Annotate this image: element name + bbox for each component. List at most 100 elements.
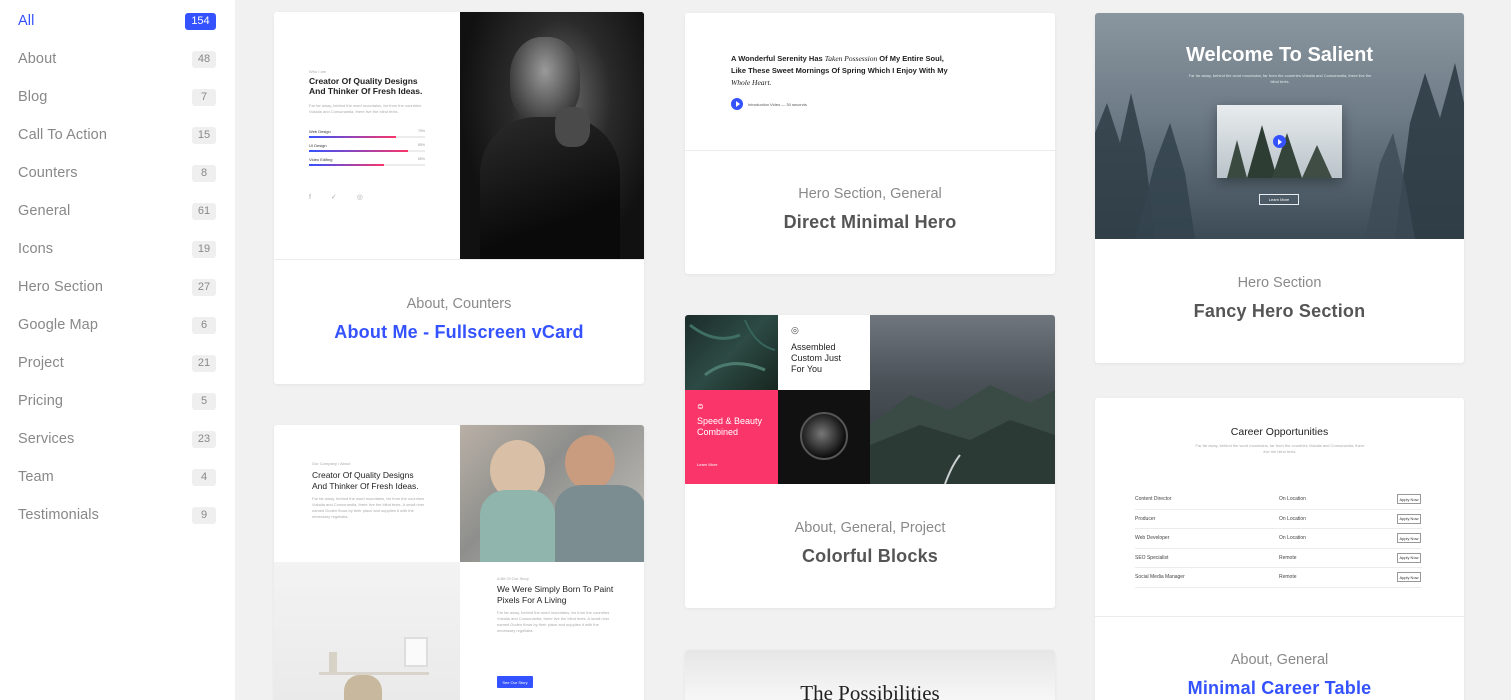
category-filter-all[interactable]: All 154 [18,9,216,33]
category-label: Counters [18,165,78,181]
our-story-button[interactable]: See Our Story [497,676,533,688]
card-title[interactable]: Minimal Career Table [1095,678,1464,699]
card-title[interactable]: Direct Minimal Hero [685,212,1055,233]
apply-now-button[interactable]: Apply Now [1397,494,1421,504]
play-icon[interactable] [1273,135,1286,148]
card-meta: Hero Section, General Direct Minimal Her… [685,186,1055,233]
category-label: General [18,203,71,219]
preview-heading: Creator Of Quality Designs And Thinker O… [312,470,419,491]
job-location: On Location [1279,496,1306,502]
card-categories: Hero Section, General [798,186,942,202]
category-label: Project [18,355,64,371]
skill-name: Web Design [309,129,331,134]
table-row: Web Developer On Location Apply Now [1135,529,1422,549]
card-categories: Hero Section [1237,275,1322,291]
category-count-badge: 5 [192,392,216,410]
job-location: On Location [1279,515,1306,522]
category-count-badge: 15 [192,126,216,144]
category-count-badge: 7 [192,88,216,106]
card-thumbnail: A Wonderful Serenity Has Taken Possessio… [685,13,1055,150]
father-child-image [460,425,644,562]
mountain-image [870,315,1055,484]
category-filter-google-map[interactable]: Google Map 6 [18,313,216,337]
category-count-badge: 21 [192,354,216,372]
category-filter-hero-section[interactable]: Hero Section 27 [18,275,216,299]
card-colorful-blocks[interactable]: ◎ Assembled Custom Just For You ⊜ Speed … [685,315,1055,608]
card-divider [274,259,644,260]
category-label: About [18,51,57,67]
skill-fill [309,150,408,152]
quote-italic: Whole Heart. [731,78,772,87]
category-filter-icons[interactable]: Icons 19 [18,237,216,261]
category-filter-project[interactable]: Project 21 [18,351,216,375]
speed-block: ⊜ Speed & Beauty Combined Learn More [685,390,778,484]
quote-italic: Taken Possession [824,54,878,63]
category-count-badge: 27 [192,278,216,296]
card-meta: About, General, Project Colorful Blocks [685,520,1055,567]
category-filter-blog[interactable]: Blog 7 [18,85,216,109]
category-filter-about[interactable]: About 48 [18,47,216,71]
card-meta: About, General Minimal Career Table [1095,652,1464,699]
category-filter-general[interactable]: General 61 [18,199,216,223]
skill-name: Video Editing [309,157,333,162]
job-role: SEO Specialist [1135,554,1169,561]
card-title[interactable]: Colorful Blocks [685,546,1055,567]
category-count-badge: 8 [192,164,216,182]
table-row: Content Director On Location Apply Now [1135,490,1422,510]
video-play-row: Introduction Video — 30 seconds [731,98,807,110]
category-filter-call-to-action[interactable]: Call To Action 15 [18,123,216,147]
category-label: Pricing [18,393,64,409]
play-icon [731,98,743,110]
category-label: Team [18,469,54,485]
card-title[interactable]: About Me - Fullscreen vCard [274,322,644,343]
card-fancy-hero-section[interactable]: Welcome To Salient Far far away, behind … [1095,13,1464,363]
card-simply-born[interactable]: Our Company / About Creator Of Quality D… [274,425,644,700]
job-role: Producer [1135,515,1156,522]
category-filter-pricing[interactable]: Pricing 5 [18,389,216,413]
learn-more-link[interactable]: Learn More [697,462,717,467]
card-minimal-career-table[interactable]: Career Opportunities Far far away, behin… [1095,398,1464,700]
apply-now-button[interactable]: Apply Now [1397,533,1421,543]
card-the-possibilities[interactable]: The Possibilities [685,650,1055,700]
card-about-me[interactable]: Who I am Creator Of Quality Designs And … [274,12,644,384]
category-label: Call To Action [18,127,107,143]
quote-text: A Wonderful Serenity Has [731,54,825,63]
card-categories: About, Counters [406,296,512,312]
category-label: All [18,13,35,29]
category-filter-services[interactable]: Services 23 [18,427,216,451]
category-filter-team[interactable]: Team 4 [18,465,216,489]
apply-now-button[interactable]: Apply Now [1397,552,1421,563]
card-categories: About, General, Project [794,520,946,536]
card-direct-minimal-hero[interactable]: A Wonderful Serenity Has Taken Possessio… [685,13,1055,274]
assembled-block: ◎ Assembled Custom Just For You [778,315,870,390]
card-categories: About, General [1230,652,1329,668]
job-role: Web Developer [1135,535,1170,541]
table-row: SEO Specialist Remote Apply Now [1135,549,1422,568]
card-thumbnail: ◎ Assembled Custom Just For You ⊜ Speed … [685,315,1055,484]
desk-image [274,562,460,700]
speed-text: Speed & Beauty Combined [697,416,763,437]
learn-more-button[interactable]: Learn More [1259,194,1299,205]
career-heading: Career Opportunities [1230,426,1329,438]
card-thumbnail: Our Company / About Creator Of Quality D… [274,425,644,700]
card-title[interactable]: Fancy Hero Section [1095,301,1464,322]
apply-now-button[interactable]: Apply Now [1397,513,1421,524]
skill-name: UI Design [309,143,327,148]
preview-heading: Creator Of Quality Designs And Thinker O… [309,76,423,96]
job-location: Remote [1279,554,1297,561]
skill-fill [309,164,385,166]
fingerprint-icon: ◎ [791,325,799,335]
video-thumbnail[interactable] [1217,105,1342,178]
category-filter-testimonials[interactable]: Testimonials 9 [18,503,216,527]
skills-list: Web Design 75% UI Design 85% Video Editing 65… [309,129,425,171]
category-filter-counters[interactable]: Counters 8 [18,161,216,185]
skill-track [309,136,425,138]
category-label: Services [18,431,75,447]
skill-bar: Video Editing 65% [309,157,425,171]
social-icons: f ✓ ◎ [309,194,372,201]
category-label: Hero Section [18,279,104,295]
category-label: Icons [18,241,54,257]
skill-fill [309,136,396,138]
apply-now-button[interactable]: Apply Now [1397,572,1421,582]
skill-track [309,150,425,152]
